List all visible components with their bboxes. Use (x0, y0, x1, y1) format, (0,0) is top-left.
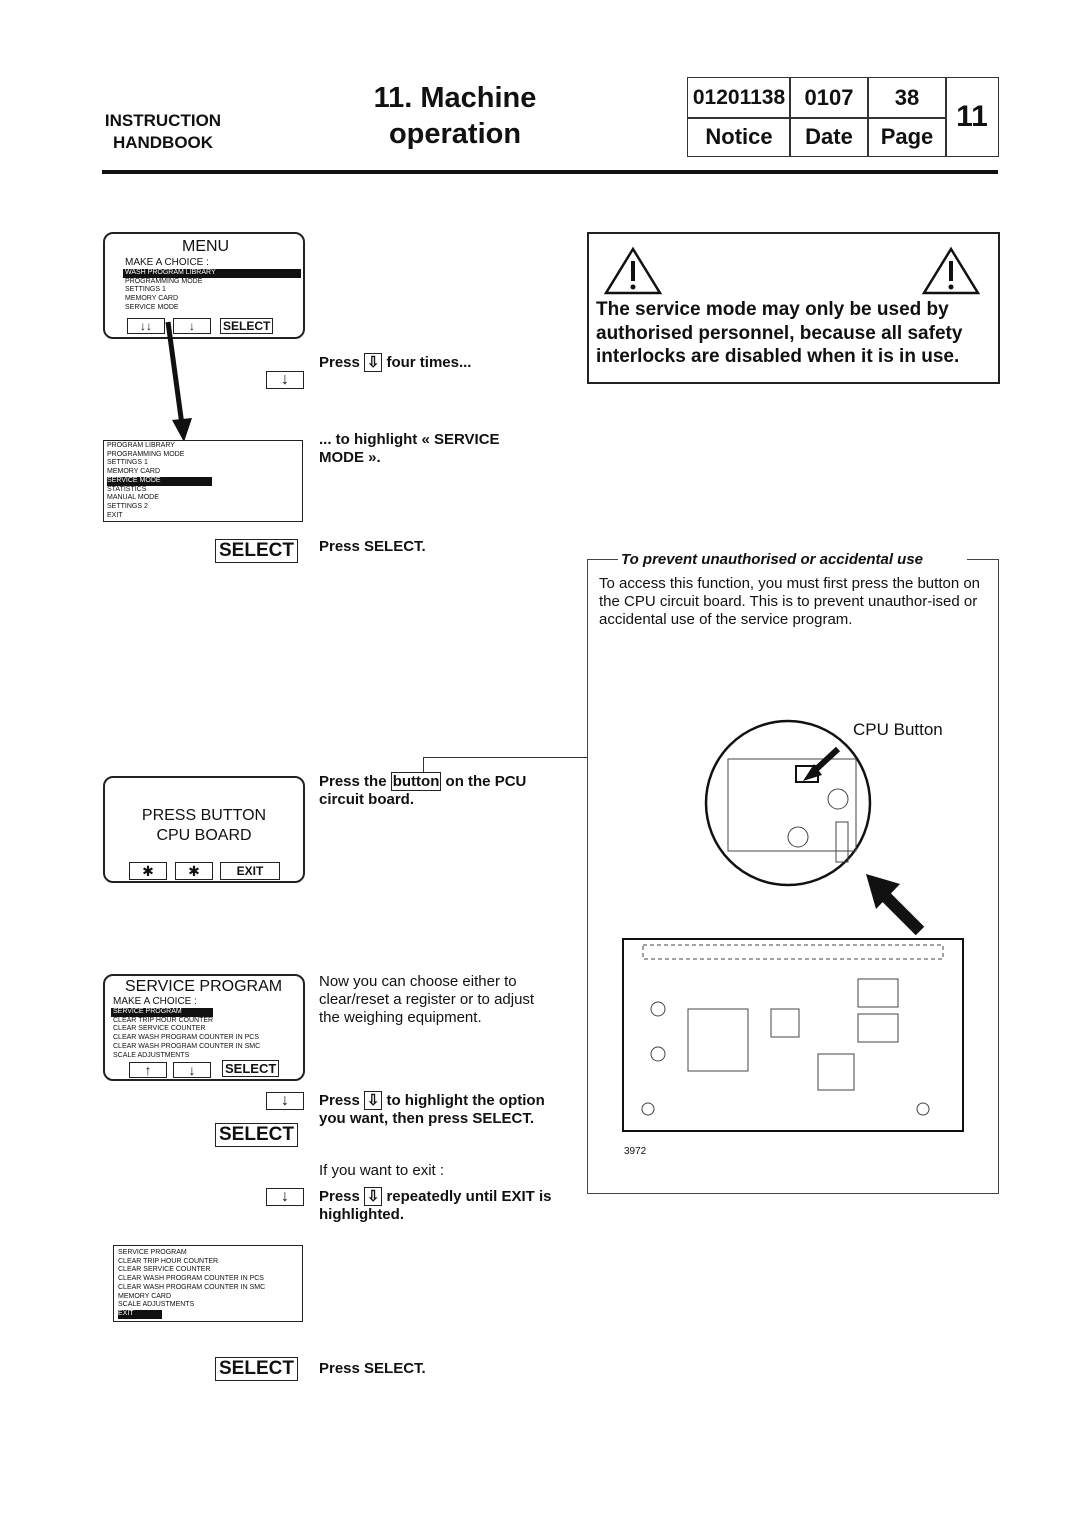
menu-item: WASH PROGRAM LIBRARY (123, 269, 301, 278)
down-key[interactable]: ↓ (173, 1062, 211, 1078)
menu-item: SCALE ADJUSTMENTS (113, 1051, 190, 1059)
asterisk-key[interactable]: ✱ (129, 862, 167, 880)
menu-item: SERVICE MODE (125, 303, 179, 311)
step-press-exit: Press ⇩ repeatedly until EXIT is highlight… (319, 1187, 559, 1224)
service-title: SERVICE PROGRAM (125, 978, 283, 995)
step-text: Press (319, 354, 360, 371)
menu-item: CLEAR WASH PROGRAM COUNTER IN SMC (118, 1283, 266, 1291)
date-value: 0107 (789, 77, 869, 119)
service-screen-2: SERVICE PROGRAM CLEAR TRIP HOUR COUNTER … (113, 1245, 303, 1322)
menu-item: CLEAR TRIP HOUR COUNTER (118, 1257, 219, 1265)
menu-item: SCALE ADJUSTMENTS (118, 1301, 195, 1309)
menu-item: MEMORY CARD (107, 468, 161, 476)
handbook-line: INSTRUCTION (104, 111, 222, 130)
down-arrow-icon: ⇩ (363, 1091, 383, 1110)
menu-item: CLEAR SERVICE COUNTER (118, 1266, 211, 1274)
menu-item: SERVICE MODE (107, 476, 212, 486)
menu-item: SERVICE PROGRAM (111, 1008, 213, 1017)
down-key-icon: ↓ (266, 1092, 304, 1110)
step-text: Press (319, 1092, 360, 1109)
screen-line: PRESS BUTTON (141, 807, 267, 824)
warning-icon (603, 246, 663, 295)
notice-label: Notice (687, 117, 791, 157)
step-highlight: ... to highlight « SERVICE MODE ». (319, 431, 500, 466)
step-press-select: Press SELECT. (319, 1360, 426, 1377)
leader-line (423, 757, 588, 772)
screen-line: CPU BOARD (156, 827, 252, 844)
menu-item: SERVICE PROGRAM (118, 1249, 187, 1256)
down-arrow-icon: ⇩ (363, 353, 383, 372)
figure-number: 3972 (624, 1146, 647, 1157)
menu-title: MENU (182, 238, 230, 255)
page-label: Page (867, 117, 947, 157)
step-press-four: Press ⇩ four times... (319, 353, 472, 372)
menu-item: CLEAR WASH PROGRAM COUNTER IN PCS (118, 1275, 264, 1283)
chapter-number: 11 (945, 77, 999, 157)
step-text: Press the (319, 773, 387, 790)
select-key-icon: SELECT (215, 539, 298, 563)
menu-item: PROGRAM LIBRARY (107, 442, 175, 449)
warning-text: The service mode may only be used by aut… (596, 299, 963, 367)
step-press-select: Press SELECT. (319, 538, 426, 555)
title-line: operation (388, 118, 522, 150)
menu-item: SETTINGS 1 (107, 459, 148, 467)
menu-item: EXIT (118, 1309, 162, 1319)
menu-item: CLEAR TRIP HOUR COUNTER (113, 1016, 214, 1024)
handbook-line: HANDBOOK (112, 133, 214, 152)
prevent-box: To prevent unauthorised or accidental us… (587, 551, 999, 1194)
warning-icon (921, 246, 981, 295)
notice-number: 01201138 (687, 77, 791, 119)
menu-item: MANUAL MODE (107, 494, 159, 502)
down-key-icon: ↓ (266, 1188, 304, 1206)
date-label: Date (789, 117, 869, 157)
menu-item: MEMORY CARD (125, 295, 179, 303)
menu-item: CLEAR WASH PROGRAM COUNTER IN PCS (113, 1034, 259, 1042)
select-key[interactable]: SELECT (222, 1060, 280, 1077)
down-arrow-icon: ⇩ (363, 1187, 383, 1206)
menu-item: CLEAR SERVICE COUNTER (113, 1025, 206, 1033)
menu-item: SETTINGS 1 (125, 286, 166, 294)
header-rule (102, 170, 998, 174)
button-word: button (390, 772, 442, 791)
step-press-button: Press the button on the PCU circuit boar… (319, 772, 559, 809)
prevent-body: To access this function, you must first … (599, 575, 981, 628)
asterisk-key[interactable]: ✱ (175, 862, 213, 880)
service-screen: SERVICE PROGRAM MAKE A CHOICE : SERVICE … (103, 974, 305, 1081)
menu-item: SETTINGS 2 (107, 502, 148, 510)
menu-item: PROGRAMMING MODE (125, 277, 203, 285)
step-now: Now you can choose either to clear/reset… (319, 973, 535, 1026)
menu-screen-2: PROGRAM LIBRARY PROGRAMMING MODE SETTING… (103, 440, 303, 522)
warning-box: The service mode may only be used by aut… (587, 232, 1000, 384)
select-key-icon: SELECT (215, 1357, 298, 1381)
cpu-screen: PRESS BUTTON CPU BOARD ✱ ✱ EXIT (103, 776, 305, 883)
select-key-icon: SELECT (215, 1123, 298, 1147)
title-line: 11. Machine (373, 82, 537, 114)
step-text: four times... (386, 354, 472, 371)
menu-item: MEMORY CARD (118, 1292, 172, 1300)
menu-item: EXIT (107, 511, 123, 519)
down-key-icon: ↓ (266, 371, 304, 389)
menu-screen: MENU MAKE A CHOICE : WASH PROGRAM LIBRAR… (103, 232, 305, 339)
prevent-title: To prevent unauthorised or accidental us… (621, 551, 924, 568)
step-exit-question: If you want to exit : (319, 1162, 445, 1179)
page: INSTRUCTION HANDBOOK 11. Machine operation… (0, 0, 1080, 1528)
menu-item: CLEAR WASH PROGRAM COUNTER IN SMC (113, 1042, 261, 1050)
step-text: Press (319, 1188, 360, 1205)
menu-item: PROGRAMMING MODE (107, 450, 185, 458)
step-press-highlight: Press ⇩ to highlight the option you want, … (319, 1091, 549, 1128)
menu-prompt: MAKE A CHOICE : (125, 257, 209, 268)
select-key[interactable]: SELECT (220, 318, 274, 334)
up-key[interactable]: ↑ (129, 1062, 167, 1078)
menu-item: STATISTICS (107, 485, 147, 493)
circuit-board-diagram (622, 719, 964, 1132)
exit-key[interactable]: EXIT (220, 862, 280, 880)
pointer-arrow (165, 321, 192, 442)
box-rule (588, 559, 618, 560)
box-rule (967, 559, 998, 560)
page-value: 38 (867, 77, 947, 119)
handbook-label: INSTRUCTION HANDBOOK (100, 110, 226, 154)
page-title: 11. Machine operation (355, 80, 555, 152)
service-prompt: MAKE A CHOICE : (113, 996, 197, 1007)
